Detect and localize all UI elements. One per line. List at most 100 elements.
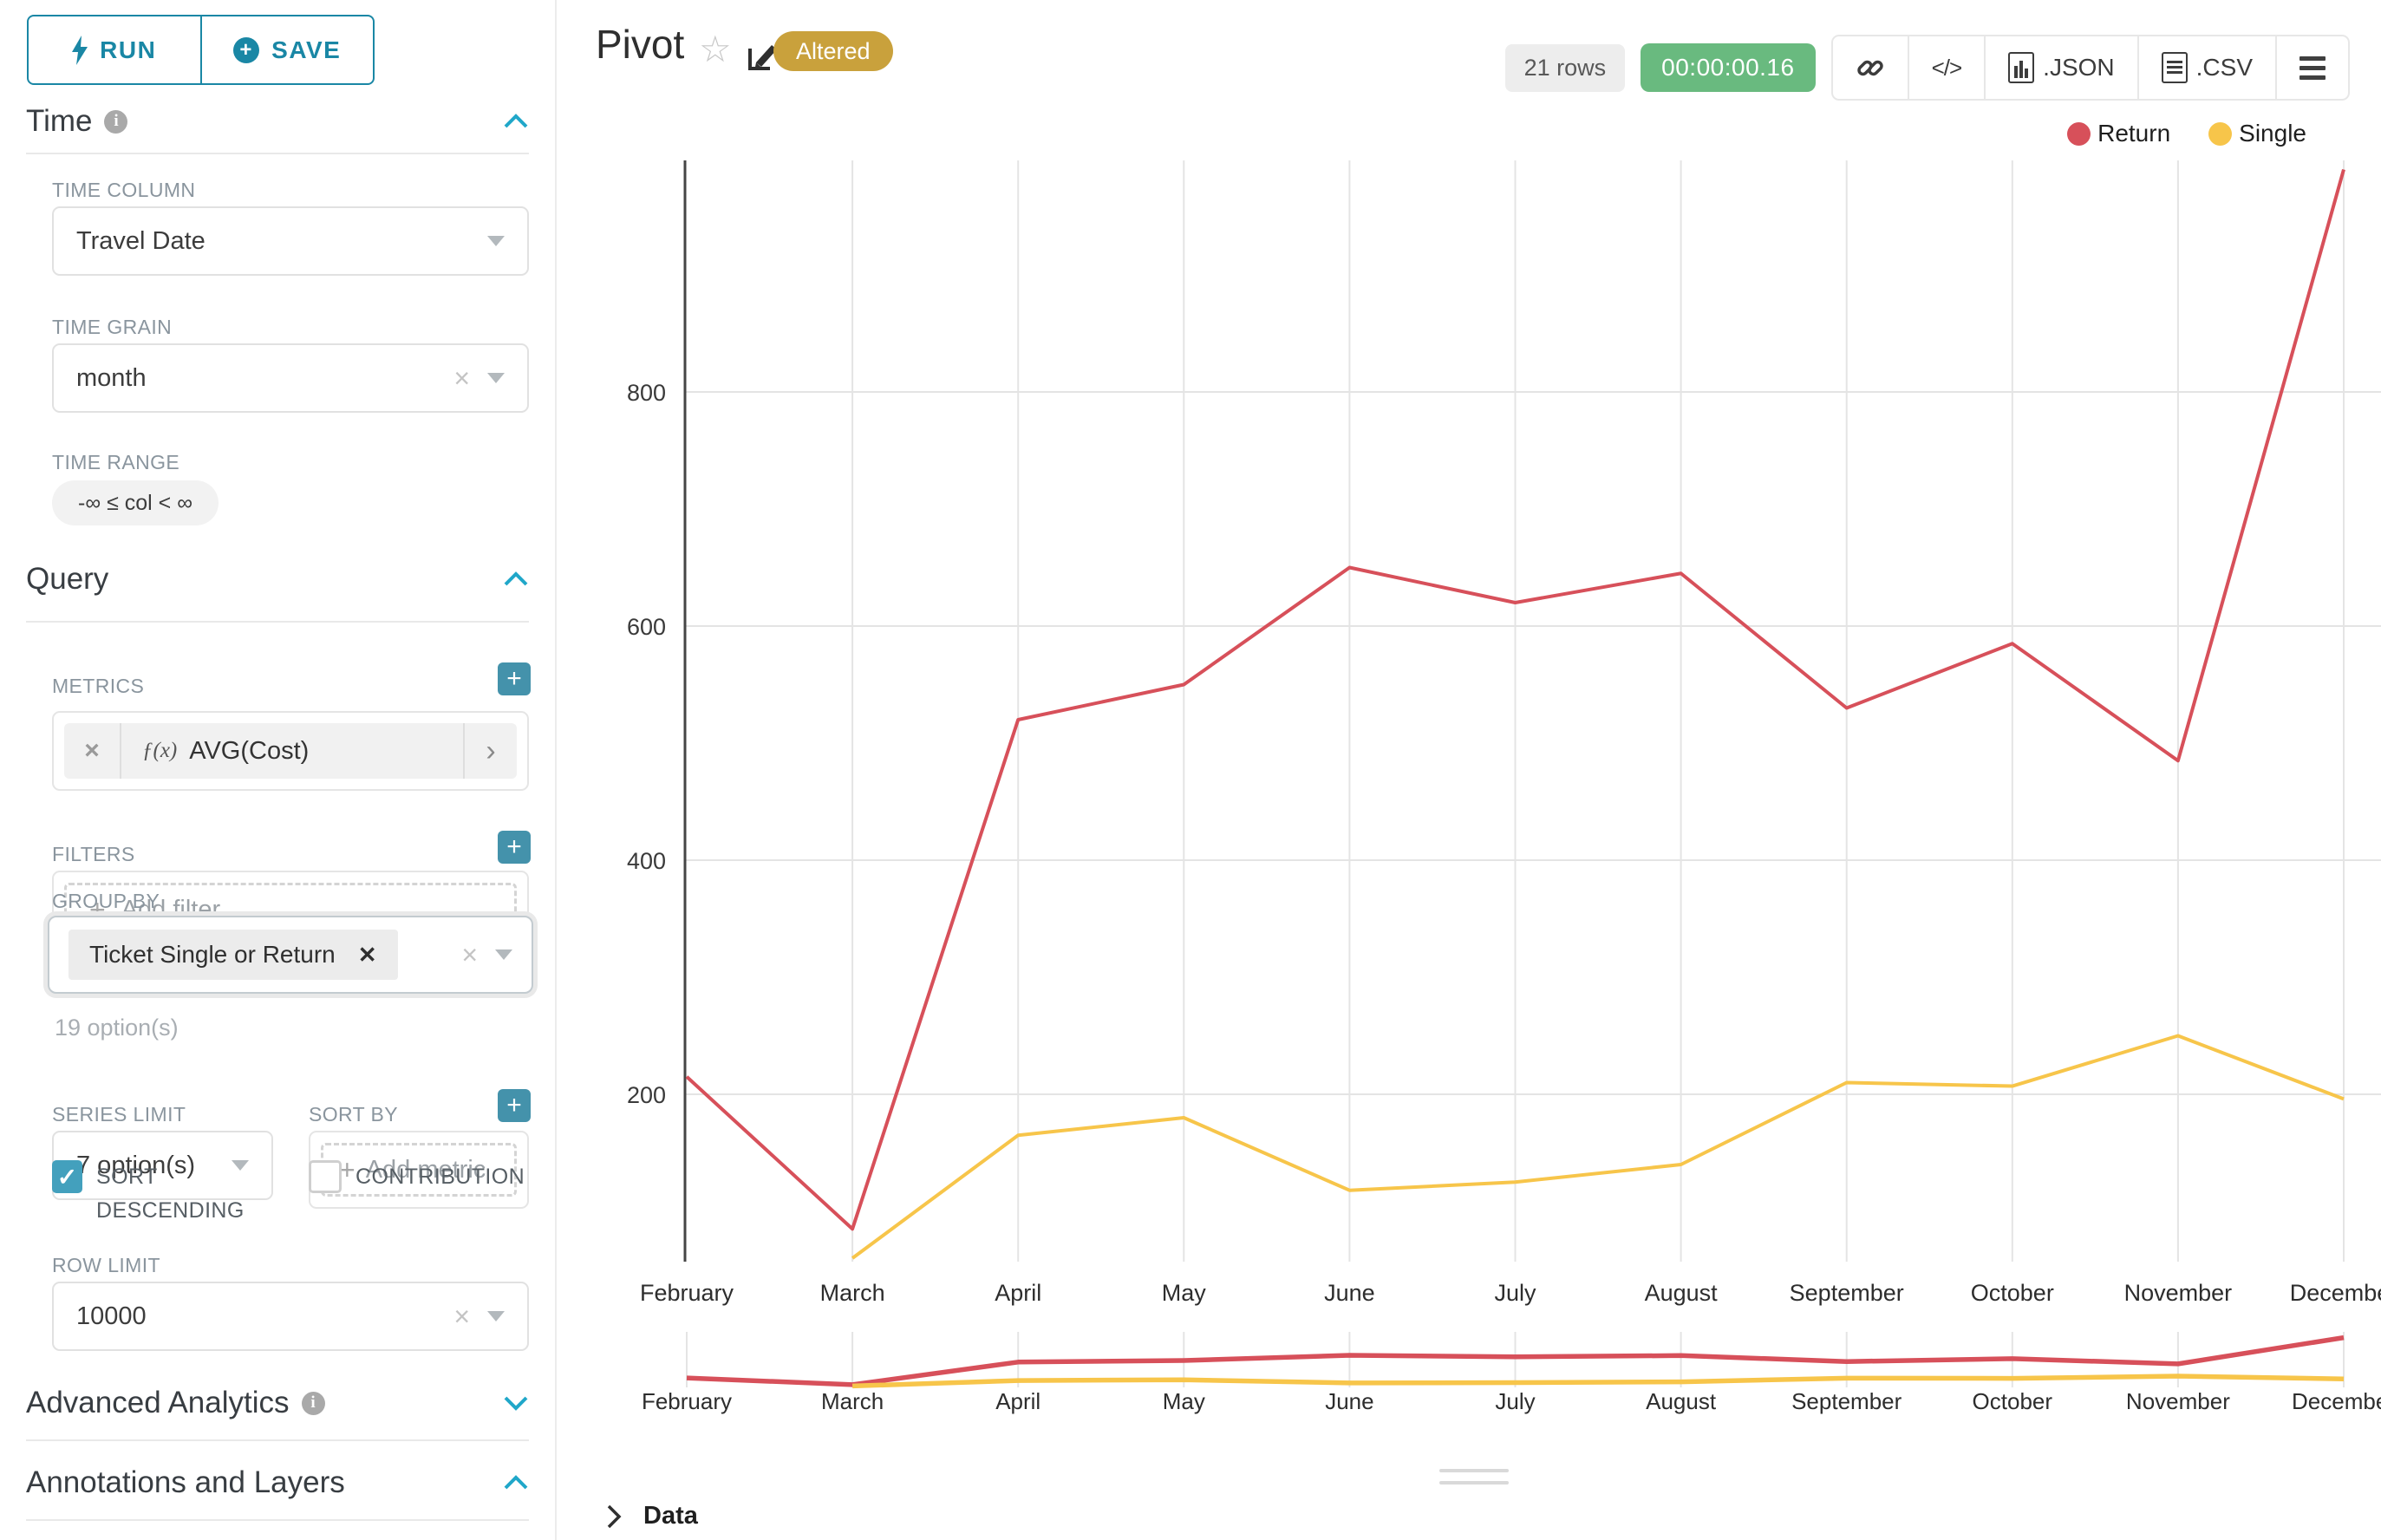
divider (26, 153, 529, 154)
row-count-badge: 21 rows (1505, 44, 1626, 92)
export-csv-label: .CSV (2196, 54, 2253, 82)
row-limit-select[interactable]: 10000 × (52, 1282, 529, 1351)
divider (26, 1439, 529, 1441)
group-by-select[interactable]: Ticket Single or Return ✕ × (48, 916, 533, 994)
group-by-chip-label: Ticket Single or Return (89, 941, 336, 969)
panel-resize-handle[interactable] (1439, 1469, 1509, 1493)
sort-descending-control[interactable]: ✓ SORT DESCENDING (52, 1160, 295, 1228)
y-axis-tick-label: 800 (627, 380, 666, 406)
x-axis-tick-label: February (640, 1280, 734, 1306)
altered-badge: Altered (773, 31, 893, 71)
export-csv-button[interactable]: .CSV (2137, 36, 2275, 99)
y-axis-tick-label: 200 (627, 1082, 666, 1108)
row-limit-label: ROW LIMIT (52, 1254, 160, 1277)
x-axis-tick-label: October (1971, 1280, 2054, 1306)
export-json-button[interactable]: .JSON (1984, 36, 2136, 99)
contribution-checkbox[interactable] (309, 1160, 342, 1193)
sort-by-label: SORT BY (309, 1103, 398, 1126)
run-button[interactable]: RUN (29, 16, 200, 83)
divider (26, 621, 529, 623)
mini-x-tick-label: February (642, 1388, 732, 1414)
group-by-options-hint: 19 option(s) (55, 1015, 179, 1041)
annotations-title: Annotations and Layers (26, 1465, 345, 1500)
time-grain-label: TIME GRAIN (52, 316, 172, 339)
group-by-chip[interactable]: Ticket Single or Return ✕ (68, 930, 398, 980)
remove-metric-icon[interactable]: × (64, 723, 121, 779)
chevron-right-icon (605, 1504, 623, 1530)
save-button-label: SAVE (271, 36, 341, 64)
code-icon: </> (1932, 55, 1962, 82)
metric-pill[interactable]: × ƒ(x) AVG(Cost) › (64, 723, 517, 779)
metric-value: AVG(Cost) (189, 737, 309, 766)
data-panel-toggle[interactable]: Data (605, 1502, 698, 1530)
time-section-header[interactable]: Time i (26, 104, 529, 139)
mini-x-tick-label: April (995, 1388, 1040, 1414)
advanced-analytics-title: Advanced Analytics (26, 1386, 290, 1420)
chart-title: Pivot (596, 21, 684, 68)
mini-x-tick-label: March (821, 1388, 884, 1414)
annotations-header[interactable]: Annotations and Layers (26, 1465, 529, 1500)
mini-x-tick-label: October (1973, 1388, 2053, 1414)
x-axis-tick-label: December (2290, 1280, 2381, 1306)
mini-chart-line-single (852, 1376, 2344, 1386)
time-column-select[interactable]: Travel Date (52, 206, 529, 276)
run-save-button-group: RUN + SAVE (27, 15, 375, 85)
query-section-title: Query (26, 562, 108, 597)
caret-down-icon (487, 373, 505, 383)
sort-descending-checkbox[interactable]: ✓ (52, 1160, 82, 1193)
row-limit-value: 10000 (76, 1302, 147, 1331)
clear-icon[interactable]: × (461, 941, 478, 969)
favorite-star-icon[interactable]: ☆ (699, 31, 732, 68)
time-grain-value: month (76, 364, 147, 393)
superset-explore-page: { "sidebar": { "run_label": "RUN", "save… (0, 0, 2381, 1540)
chevron-down-icon[interactable] (503, 1394, 529, 1412)
lightning-bolt-icon (72, 36, 88, 65)
export-button-group: </> .JSON .CSV (1831, 35, 2350, 101)
chevron-right-icon[interactable]: › (463, 723, 517, 779)
x-axis-tick-label: April (995, 1280, 1041, 1306)
advanced-analytics-header[interactable]: Advanced Analytics i (26, 1386, 529, 1420)
clear-icon[interactable]: × (453, 364, 470, 392)
embed-code-button[interactable]: </> (1908, 36, 1985, 99)
line-chart[interactable]: 200400600800FebruaryFebruaryMarchMarchAp… (555, 113, 2381, 1457)
link-icon (1856, 53, 1885, 82)
divider (26, 1519, 529, 1521)
file-text-icon (2162, 52, 2188, 83)
info-icon: i (302, 1392, 325, 1415)
mini-x-tick-label: December (2292, 1388, 2381, 1414)
add-metric-button[interactable]: + (498, 662, 531, 695)
chevron-up-icon[interactable] (503, 1474, 529, 1491)
time-grain-select[interactable]: month × (52, 343, 529, 413)
caret-down-icon (495, 949, 512, 960)
more-menu-button[interactable] (2275, 36, 2348, 99)
mini-x-tick-label: September (1791, 1388, 1902, 1414)
clear-icon[interactable]: × (453, 1302, 470, 1330)
contribution-label: CONTRIBUTION (356, 1160, 525, 1194)
data-panel-label: Data (643, 1502, 698, 1530)
mini-x-tick-label: June (1325, 1388, 1373, 1414)
query-section-header[interactable]: Query (26, 562, 529, 597)
metrics-label: METRICS (52, 675, 144, 698)
chevron-up-icon[interactable] (503, 571, 529, 588)
hamburger-icon (2299, 56, 2326, 80)
fx-icon: ƒ(x) (142, 739, 177, 763)
control-panel-sidebar: RUN + SAVE Time i TIME COLUMN Travel Dat… (0, 0, 557, 1540)
altered-badge-label: Altered (796, 38, 871, 65)
chevron-up-icon[interactable] (503, 113, 529, 130)
time-range-pill[interactable]: -∞ ≤ col < ∞ (52, 480, 219, 525)
remove-chip-icon[interactable]: ✕ (358, 942, 377, 969)
header-toolbar: 21 rows 00:00:00.16 </> .JSON .CSV (1505, 35, 2350, 101)
caret-down-icon (487, 1311, 505, 1321)
add-sort-metric-button[interactable]: + (498, 1089, 531, 1122)
share-link-button[interactable] (1833, 36, 1908, 99)
x-axis-tick-label: September (1790, 1280, 1904, 1306)
contribution-control[interactable]: CONTRIBUTION (309, 1160, 551, 1194)
caret-down-icon (487, 236, 505, 246)
x-axis-tick-label: June (1324, 1280, 1375, 1306)
x-axis-tick-label: November (2124, 1280, 2233, 1306)
chart-line-single[interactable] (852, 1036, 2344, 1259)
x-axis-tick-label: May (1162, 1280, 1207, 1306)
add-filter-button[interactable]: + (498, 831, 531, 864)
save-button[interactable]: + SAVE (200, 16, 374, 83)
run-button-label: RUN (100, 36, 156, 64)
